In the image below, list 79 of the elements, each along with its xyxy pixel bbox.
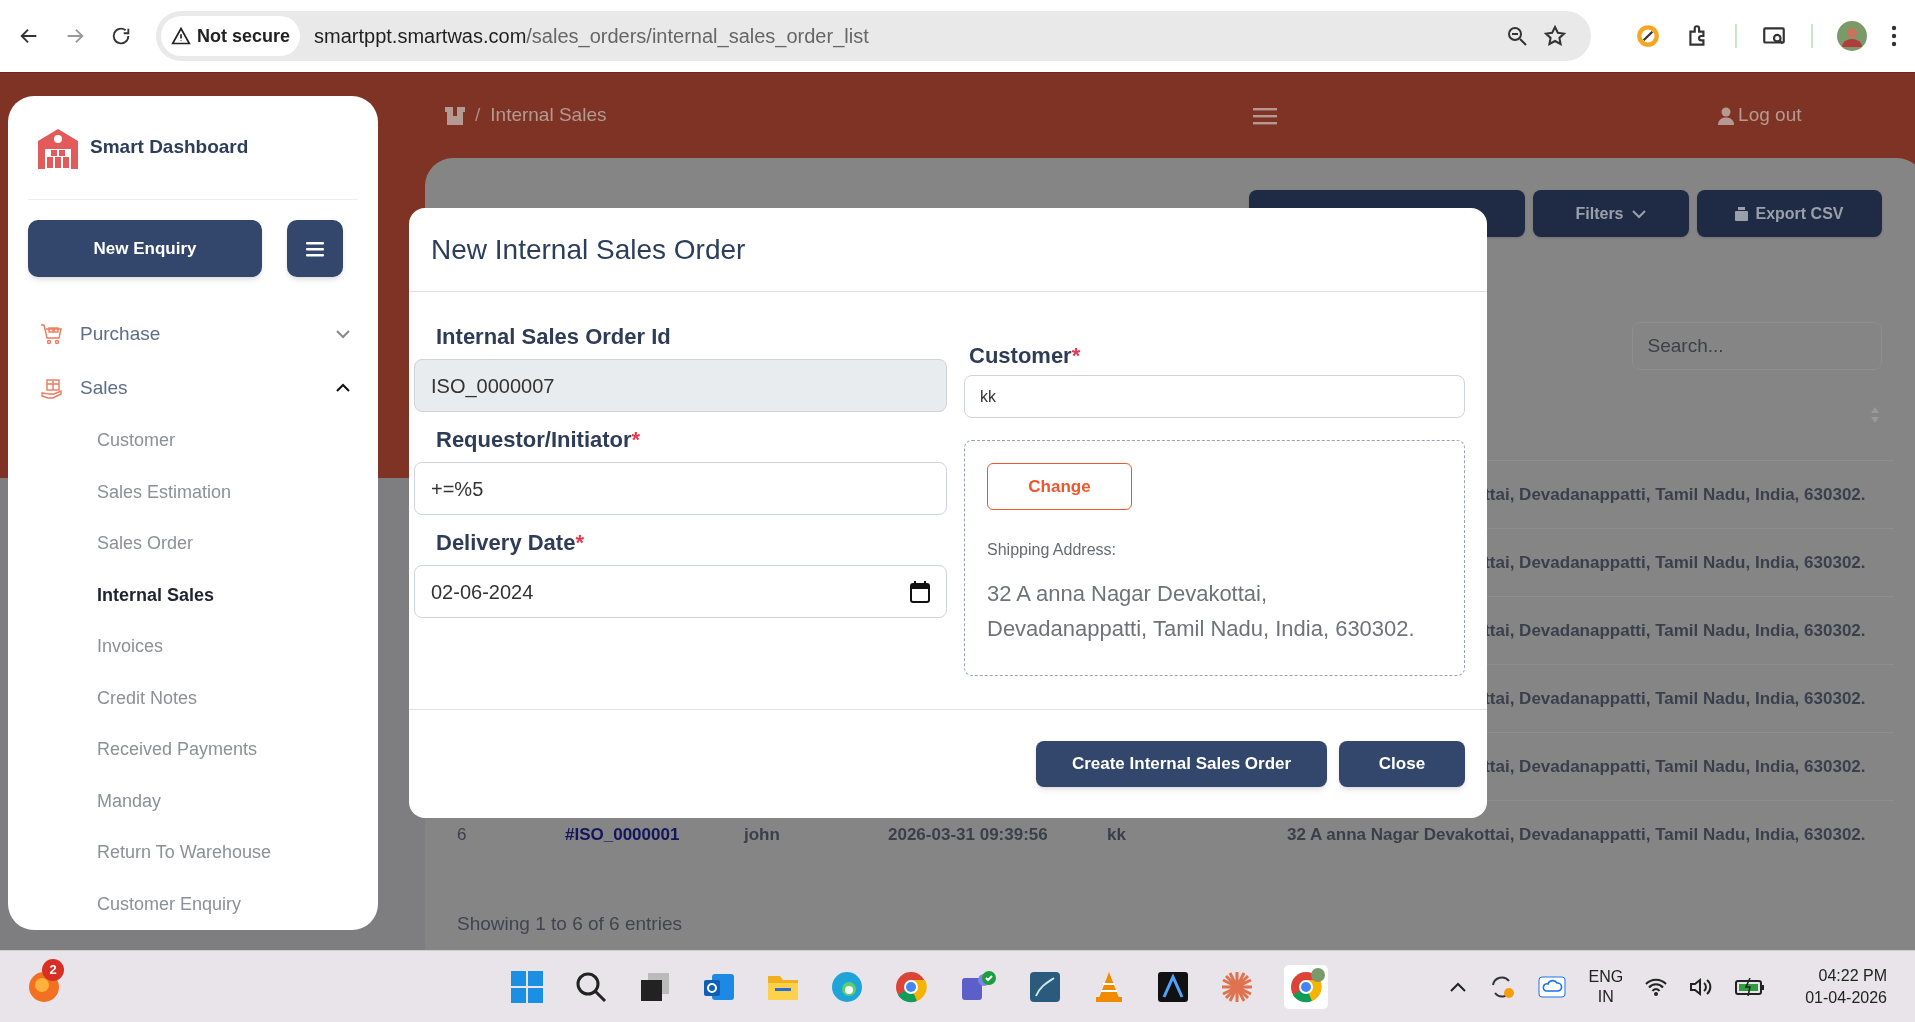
entries-summary: Showing 1 to 6 of 6 entries <box>457 912 683 936</box>
reload-icon[interactable] <box>110 25 132 47</box>
menu-icon <box>306 240 324 257</box>
start-icon[interactable] <box>510 969 544 1004</box>
input-field[interactable]: ISO_0000007 <box>414 359 947 412</box>
sidebar-subitem[interactable]: Manday <box>40 775 352 827</box>
more-menu-icon[interactable] <box>1891 25 1897 47</box>
sidebar-subitem[interactable]: Sales Order <box>40 518 352 570</box>
gift-hand-icon <box>40 376 64 400</box>
menu-button[interactable] <box>287 220 343 277</box>
change-button[interactable]: Change <box>987 463 1132 510</box>
home-box-icon[interactable] <box>445 106 465 125</box>
search-field[interactable]: Search... <box>1631 322 1882 370</box>
hamburger-icon[interactable] <box>1253 106 1277 125</box>
volume-icon[interactable] <box>1689 976 1714 997</box>
sidebar-subitem[interactable]: Customer <box>40 415 352 467</box>
notification-badge: 2 <box>42 958 64 981</box>
star-icon[interactable] <box>1543 24 1567 48</box>
sidebar-subitem[interactable]: Sales Estimation <box>40 466 352 518</box>
cloud-icon[interactable] <box>1538 975 1567 998</box>
sidebar-menu-item[interactable]: Sales <box>40 361 352 415</box>
security-label: Not secure <box>197 24 291 48</box>
calendar-icon[interactable] <box>910 580 930 603</box>
clock[interactable]: 04:22 PM 01-04-2026 <box>1805 964 1887 1009</box>
field-label: Requestor/Initiator* <box>435 426 642 454</box>
security-chip[interactable]: Not secure <box>161 16 301 56</box>
browser-circle-icon[interactable] <box>894 969 928 1004</box>
table-cell-text: kk <box>1107 823 1127 846</box>
printer-icon <box>1734 206 1748 221</box>
field-label: Delivery Date* <box>435 529 585 557</box>
battery-icon[interactable] <box>1735 977 1766 996</box>
warehouse-logo-icon <box>36 126 80 169</box>
address-bar[interactable]: Not secure smartppt.smartwas.com/sales_orders/internal_sales_order_list <box>156 11 1591 61</box>
sidebar-subitem[interactable]: Internal Sales <box>40 569 352 621</box>
sidebar-menu-item[interactable]: Purchase <box>40 307 352 361</box>
language-indicator[interactable]: ENG IN <box>1588 966 1624 1007</box>
sidebar-subitem[interactable]: Received Payments <box>40 724 352 776</box>
breadcrumb-separator: / <box>475 103 481 128</box>
browser-profile-icon[interactable] <box>1284 964 1328 1009</box>
sidebar-subitem[interactable]: Invoices <box>40 621 352 673</box>
url-path: /sales_orders/internal_sales_order_list <box>526 25 869 47</box>
field-label: Customer* <box>968 341 1082 370</box>
brand-name: Smart Dashboard <box>90 135 249 160</box>
wifi-icon[interactable] <box>1645 977 1668 996</box>
browser-wave-icon[interactable] <box>830 969 864 1004</box>
shipping-label: Shipping Address: <box>987 540 1117 560</box>
table-cell-text: 32 A anna Nagar Devakottai, Devadanappatti, Tamil Nadu, India, 630302. <box>1287 823 1867 846</box>
table-cell-text: 6 <box>457 823 468 846</box>
starburst-icon[interactable] <box>1220 969 1254 1004</box>
field-label: Internal Sales Order Id <box>435 323 672 351</box>
input-field[interactable]: kk <box>964 375 1465 418</box>
close-button[interactable]: Close <box>1339 741 1465 787</box>
sidebar-subitem[interactable]: Credit Notes <box>40 672 352 724</box>
order-link[interactable]: #ISO_0000001 <box>565 821 744 848</box>
table-cell-text: 2026-03-31 09:39:56 <box>888 823 1049 846</box>
logout-link[interactable]: Log out <box>1718 101 1802 130</box>
url-host: smartppt.smartwas.com <box>314 25 527 47</box>
zoom-icon[interactable] <box>1505 24 1529 48</box>
create-order-button[interactable]: Create Internal Sales Order <box>1036 741 1327 787</box>
input-field[interactable]: +=%5 <box>414 462 947 515</box>
modal-title: New Internal Sales Order <box>431 232 746 267</box>
sidebar-subitem[interactable]: Customer Enquiry <box>40 878 352 930</box>
chevron-down-icon <box>1631 208 1646 219</box>
shipping-address: 32 A anna Nagar Devakottai, Devadanappatti, Tamil Nadu, India, 630302. <box>987 580 1416 643</box>
letter-app-icon[interactable] <box>1156 969 1190 1004</box>
database-app-icon[interactable] <box>1028 969 1062 1004</box>
profile-avatar-icon[interactable] <box>1837 21 1867 51</box>
user-icon <box>1718 106 1735 125</box>
toolbar-button[interactable]: Export CSV <box>1696 190 1882 237</box>
chevron-up-icon[interactable] <box>1450 981 1467 992</box>
warning-icon <box>171 26 191 46</box>
breadcrumb-current[interactable]: Internal Sales <box>490 101 607 130</box>
new-enquiry-button[interactable]: New Enquiry <box>28 220 262 277</box>
date-field[interactable]: 02-06-2024 <box>414 565 947 618</box>
extension-icon[interactable] <box>1635 23 1661 49</box>
table-cell-text: john <box>744 823 781 846</box>
cart-icon <box>40 322 64 346</box>
sidebar-subitem[interactable]: Return To Warehouse <box>40 827 352 879</box>
toolbar-button[interactable]: Filters <box>1532 190 1689 237</box>
